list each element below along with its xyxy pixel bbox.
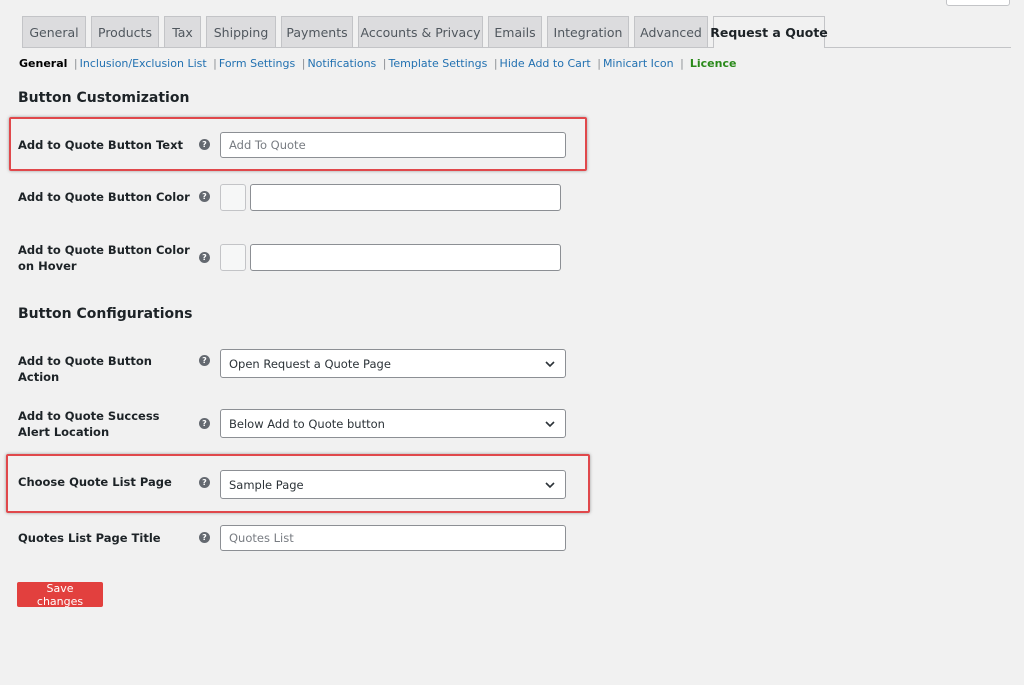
subnav-inclusion-exclusion-list[interactable]: Inclusion/Exclusion List [80, 57, 207, 70]
subnav-separator: | [301, 57, 306, 70]
label-button-action: Add to Quote Button Action [18, 354, 152, 384]
tab-request-a-quote[interactable]: Request a Quote [710, 16, 828, 48]
chevron-down-icon [545, 361, 555, 368]
section-title-button-customization: Button Customization [18, 90, 190, 106]
label-button-color: Add to Quote Button Color [18, 190, 190, 204]
tab-products[interactable]: Products [91, 16, 159, 47]
subnav-separator: | [73, 57, 78, 70]
subnav-separator: | [213, 57, 217, 70]
success-alert-location-selected: Below Add to Quote button [229, 416, 385, 431]
subnav-licence[interactable]: Licence [690, 57, 737, 70]
list-page-title-input[interactable] [220, 525, 566, 551]
settings-tabs: General Products Tax Shipping Payments A… [22, 16, 1011, 48]
label-button-color-hover: Add to Quote Button Color on Hover [18, 243, 190, 273]
subnav-template-settings[interactable]: Template Settings [389, 57, 488, 70]
button-color-hover-swatch[interactable] [220, 244, 246, 271]
button-action-select[interactable]: Open Request a Quote Page [220, 349, 566, 378]
subnav-separator: | [680, 57, 684, 70]
subnav-general: General [19, 57, 68, 70]
button-action-selected: Open Request a Quote Page [229, 356, 391, 371]
question-circle-icon[interactable]: ? [199, 252, 210, 263]
tab-tax[interactable]: Tax [164, 16, 201, 47]
chevron-down-icon [545, 421, 555, 428]
section-title-button-configurations: Button Configurations [18, 306, 193, 322]
highlight-annotation [6, 454, 590, 513]
button-color-hover-input[interactable] [250, 244, 561, 271]
subnav-separator: | [493, 57, 498, 70]
subnav-minicart-icon[interactable]: Minicart Icon [603, 57, 674, 70]
tab-shipping[interactable]: Shipping [206, 16, 276, 47]
tab-payments[interactable]: Payments [281, 16, 353, 47]
question-circle-icon[interactable]: ? [199, 418, 210, 429]
tab-accounts-privacy[interactable]: Accounts & Privacy [358, 16, 483, 47]
subnav-separator: | [382, 57, 387, 70]
tab-advanced[interactable]: Advanced [634, 16, 708, 47]
question-circle-icon[interactable]: ? [199, 355, 210, 366]
subnav-notifications[interactable]: Notifications [307, 57, 376, 70]
subnav-hide-add-to-cart[interactable]: Hide Add to Cart [500, 57, 591, 70]
save-changes-button[interactable]: Save changes [17, 582, 103, 608]
subnav-separator: | [597, 57, 601, 70]
label-list-page-title: Quotes List Page Title [18, 531, 161, 545]
sub-navigation: General | Inclusion/Exclusion List | Form … [19, 56, 736, 71]
help-tab-button[interactable] [946, 0, 1010, 6]
tab-general[interactable]: General [22, 16, 86, 47]
question-circle-icon[interactable]: ? [199, 191, 210, 202]
tab-integration[interactable]: Integration [547, 16, 629, 47]
question-circle-icon[interactable]: ? [199, 532, 210, 543]
highlight-annotation [9, 117, 587, 171]
button-color-input[interactable] [250, 184, 561, 211]
success-alert-location-select[interactable]: Below Add to Quote button [220, 409, 566, 438]
button-color-swatch[interactable] [220, 184, 246, 211]
tab-emails[interactable]: Emails [488, 16, 542, 47]
subnav-form-settings[interactable]: Form Settings [219, 57, 295, 70]
label-success-alert-location: Add to Quote Success Alert Location [18, 409, 160, 439]
